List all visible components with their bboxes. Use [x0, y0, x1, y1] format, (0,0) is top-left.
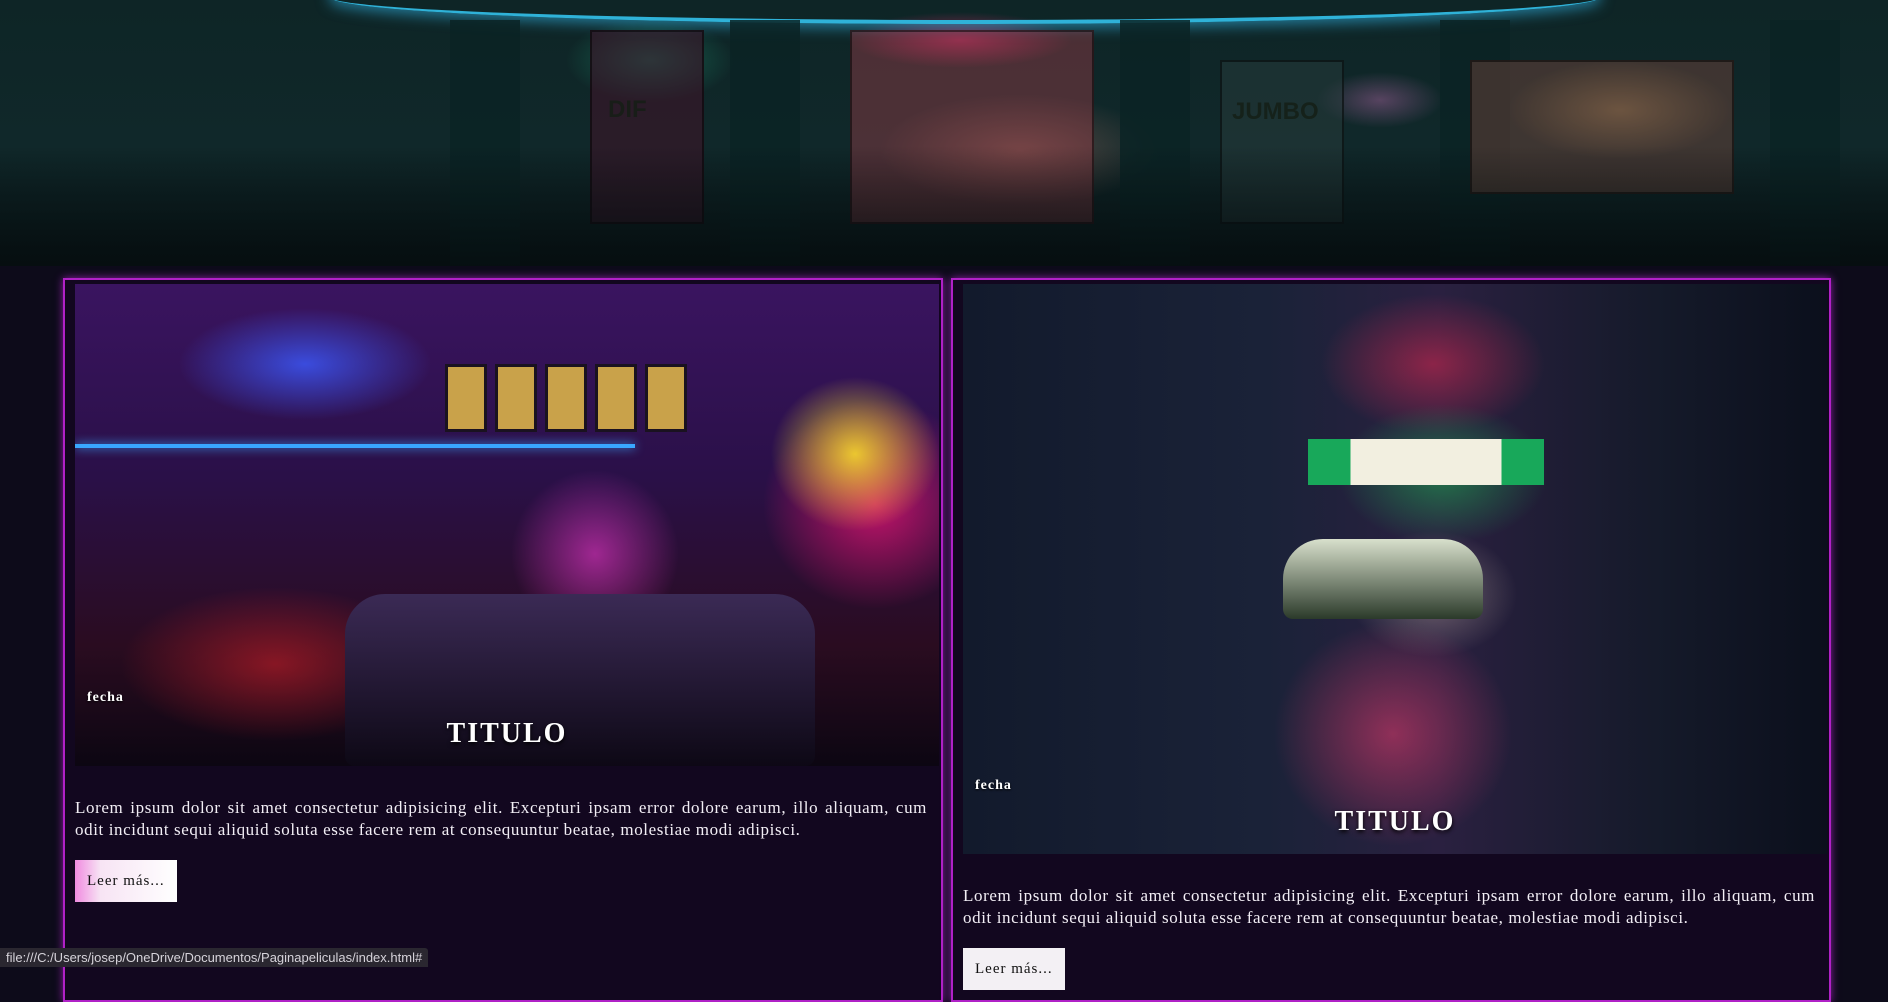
post-card: fecha TITULO Lorem ipsum dolor sit amet …: [63, 278, 943, 1002]
wall-poster: [495, 364, 537, 432]
post-title: TITULO: [446, 718, 568, 749]
link-status-bar: file:///C:/Users/josep/OneDrive/Document…: [0, 948, 429, 967]
post-title: TITULO: [1334, 806, 1456, 837]
hero-banner: DIF JUMBO: [0, 0, 1888, 266]
taxi-silhouette: [1283, 539, 1483, 619]
shop-sign: [1308, 439, 1544, 485]
wall-poster: [445, 364, 487, 432]
wall-poster: [545, 364, 587, 432]
read-more-button[interactable]: Leer más...: [75, 860, 177, 902]
post-card: fecha TITULO Lorem ipsum dolor sit amet …: [951, 278, 1831, 1002]
post-image: fecha TITULO: [75, 284, 939, 766]
crowd-silhouettes: [0, 146, 1888, 266]
post-image: fecha TITULO: [963, 284, 1827, 854]
wall-poster: [595, 364, 637, 432]
read-more-button[interactable]: Leer más...: [963, 948, 1065, 990]
post-date: fecha: [87, 690, 124, 705]
storefront-sign: DIF: [608, 96, 647, 123]
post-excerpt: Lorem ipsum dolor sit amet consectetur a…: [75, 798, 927, 839]
post-date: fecha: [975, 778, 1012, 793]
post-excerpt: Lorem ipsum dolor sit amet consectetur a…: [963, 886, 1815, 927]
storefront-sign: JUMBO: [1232, 98, 1319, 125]
wall-poster: [645, 364, 687, 432]
neon-light-strip: [75, 444, 635, 448]
neon-arc-decoration: [330, 0, 1600, 24]
